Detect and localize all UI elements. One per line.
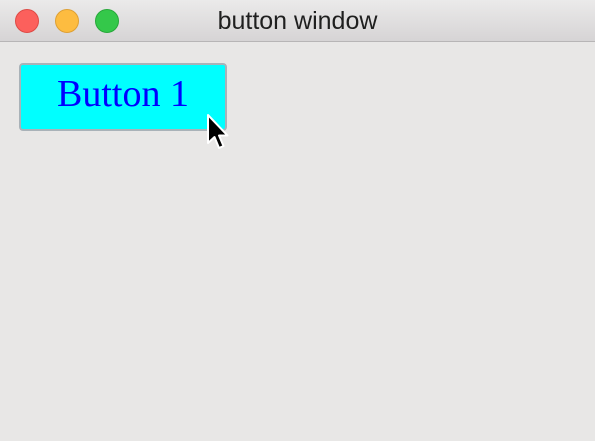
app-window: button window Button 1	[0, 0, 595, 441]
title-bar[interactable]: button window	[0, 0, 595, 42]
button-1[interactable]: Button 1	[19, 63, 227, 131]
window-title: button window	[217, 7, 378, 35]
arrow-pointer-icon	[207, 114, 229, 149]
button-1-label: Button 1	[57, 73, 189, 115]
